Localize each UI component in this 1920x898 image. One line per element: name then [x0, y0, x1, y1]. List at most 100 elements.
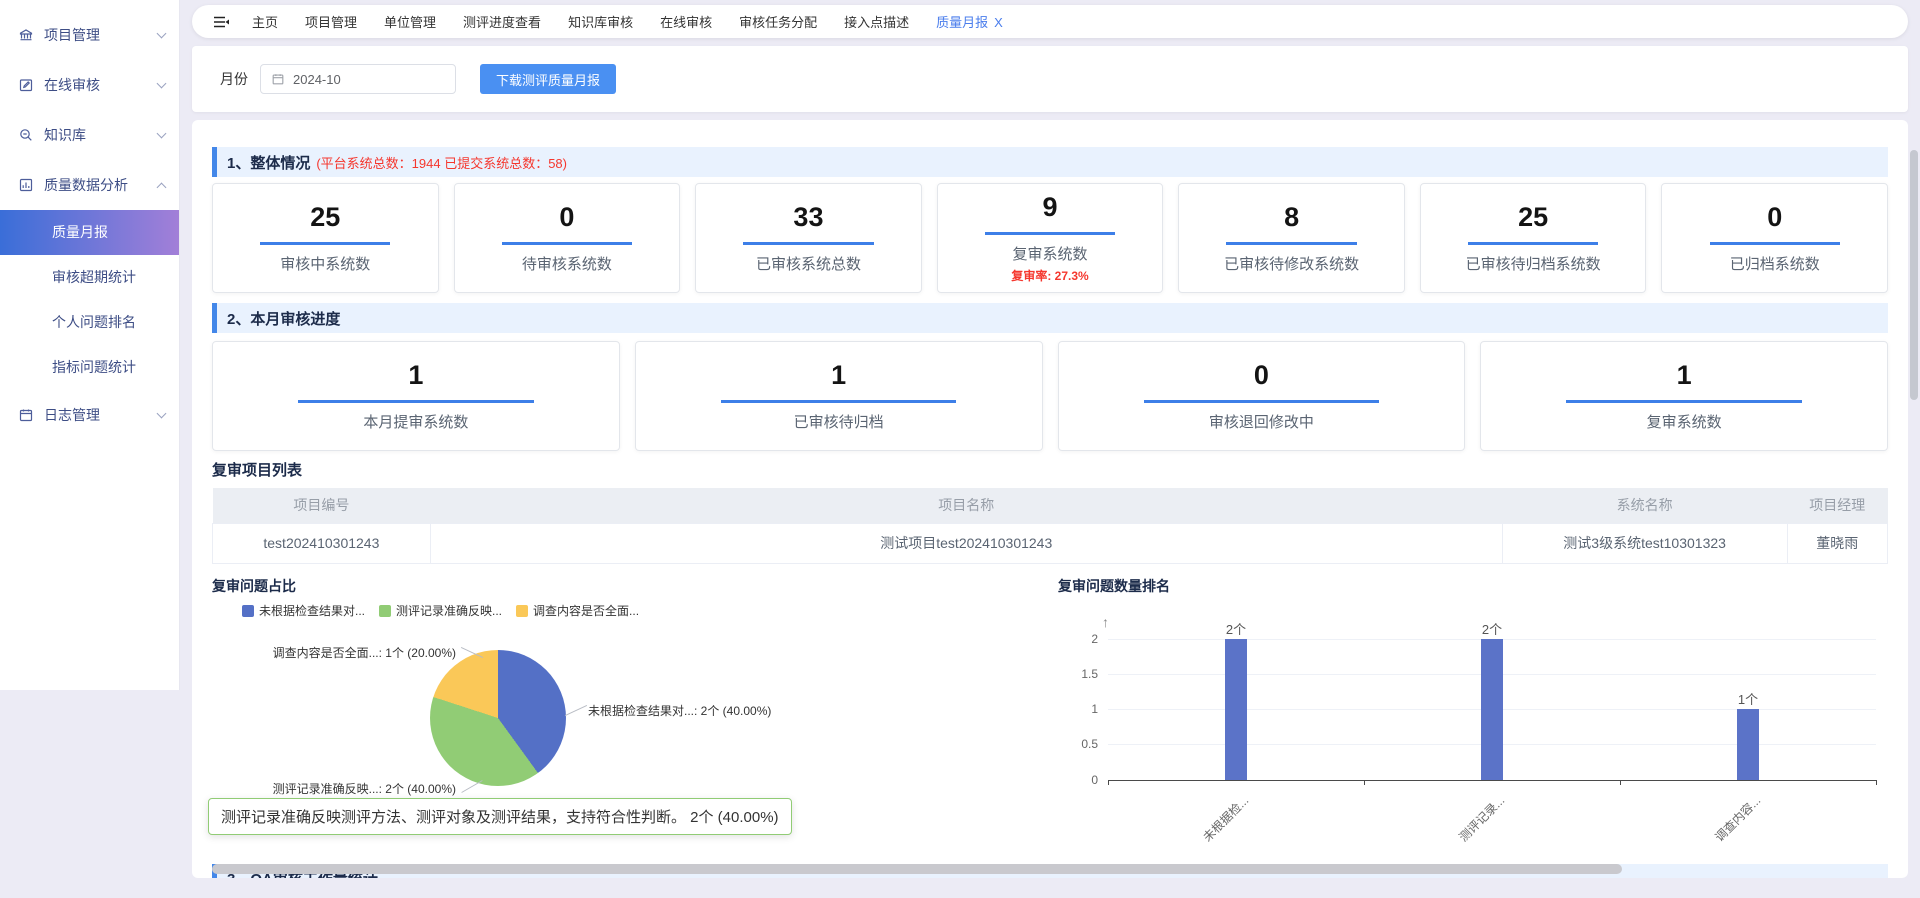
sidebar-subitem-review-overdue-stats[interactable]: 审核超期统计	[0, 255, 179, 300]
stat-label: 复审系统数	[1013, 243, 1088, 264]
nav-tab-2[interactable]: 单位管理	[384, 12, 436, 31]
sidebar-subitem-indicator-issue-stats[interactable]: 指标问题统计	[0, 345, 179, 390]
stat-card: 0待审核系统数	[454, 183, 681, 293]
table-header-row: 项目编号项目名称系统名称项目经理	[213, 488, 1888, 523]
legend-item[interactable]: 未根据检查结果对...	[242, 602, 365, 619]
x-axis-tick	[1620, 780, 1621, 785]
horizontal-scrollbar[interactable]	[212, 864, 1622, 874]
sidebar-item-knowledge-base[interactable]: 知识库	[0, 110, 179, 160]
review-table-title: 复审项目列表	[212, 459, 1888, 480]
sidebar-item-log-management[interactable]: 日志管理	[0, 390, 179, 440]
sidebar: 项目管理 在线审核 知识库 质量数据分析 质量月报 审核超期统计 个人问题排名 …	[0, 0, 180, 690]
chevron-up-icon	[157, 182, 167, 192]
audit-icon	[18, 77, 34, 93]
stat-underline	[1226, 242, 1356, 245]
stat-label: 待审核系统数	[522, 253, 612, 274]
nav-tabs: 主页 项目管理 单位管理 测评进度查看 知识库审核 在线审核 审核任务分配 接入点描述	[252, 12, 936, 31]
nav-tab-quality-monthly-report-active[interactable]: 质量月报 X	[936, 12, 1003, 31]
chevron-down-icon	[157, 128, 167, 138]
nav-tab-0[interactable]: 主页	[252, 12, 278, 31]
month-label: 月份	[220, 69, 248, 89]
sidebar-item-label: 知识库	[44, 125, 158, 145]
table-cell: 董晓雨	[1787, 523, 1888, 563]
sidebar-item-label: 质量数据分析	[44, 175, 158, 195]
nav-tab-7[interactable]: 接入点描述	[844, 12, 909, 31]
stat-underline	[1710, 242, 1840, 245]
section-header-overview: 1、整体情况 (平台系统总数：1944 已提交系统总数：58)	[212, 147, 1888, 177]
pie-label-line	[565, 704, 587, 715]
stat-underline	[721, 400, 956, 403]
bar	[1737, 709, 1759, 780]
nav-tab-4[interactable]: 知识库审核	[568, 12, 633, 31]
stat-underline	[1468, 242, 1598, 245]
month-input[interactable]	[293, 72, 445, 87]
x-category-label: 调查内容...	[1688, 792, 1764, 868]
sidebar-item-label: 项目管理	[44, 25, 158, 45]
pie-tooltip: 测评记录准确反映测评方法、测评对象及测评结果，支持符合性判断。 2个 (40.0…	[208, 798, 792, 835]
stat-card: 0 已归档系统数	[1661, 183, 1888, 293]
bar	[1225, 639, 1247, 780]
pie-chart-area: 调查内容是否全面...: 1个 (20.00%) 未根据检查结果对...: 2个…	[212, 622, 1042, 854]
x-axis-tick	[1364, 780, 1365, 785]
sidebar-item-quality-data-analysis[interactable]: 质量数据分析	[0, 160, 179, 210]
stat-label: 已归档系统数	[1730, 253, 1820, 274]
close-icon[interactable]: X	[994, 15, 1003, 30]
download-report-button[interactable]: 下载测评质量月报	[480, 64, 616, 94]
nav-tab-5[interactable]: 在线审核	[660, 12, 712, 31]
stat-value: 0	[1767, 202, 1782, 233]
pie-chart	[430, 650, 566, 786]
stat-value: 25	[310, 202, 340, 233]
nav-tab-1[interactable]: 项目管理	[305, 12, 357, 31]
table-header-cell: 项目名称	[430, 488, 1502, 523]
bar-chart: ↑ 00.511.522个未根据检...2个测评记录...1个调查内容...	[1058, 604, 1888, 844]
month-picker[interactable]	[260, 64, 456, 94]
stat-label: 已审核系统总数	[756, 253, 861, 274]
table-cell: 测试3级系统test10301323	[1502, 523, 1787, 563]
sidebar-item-online-review[interactable]: 在线审核	[0, 60, 179, 110]
stat-label: 审核退回修改中	[1209, 411, 1314, 432]
nav-tab-3[interactable]: 测评进度查看	[463, 12, 541, 31]
filter-bar: 月份 下载测评质量月报	[192, 46, 1908, 112]
pie-chart-box: 复审问题占比 未根据检查结果对...测评记录准确反映...调查内容是否全面...…	[212, 576, 1042, 854]
chevron-down-icon	[157, 408, 167, 418]
stat-card: 25审核中系统数	[212, 183, 439, 293]
legend-item[interactable]: 调查内容是否全面...	[516, 602, 639, 619]
stat-value: 0	[1254, 360, 1269, 391]
vertical-scrollbar[interactable]	[1910, 150, 1918, 400]
nav-tab-6[interactable]: 审核任务分配	[739, 12, 817, 31]
stat-value: 1	[408, 360, 423, 391]
report-panel: 1、整体情况 (平台系统总数：1944 已提交系统总数：58) 25审核中系统数…	[192, 120, 1908, 878]
stat-label: 已审核待归档	[794, 411, 884, 432]
active-tab-label: 质量月报	[936, 15, 988, 30]
stat-label: 复审系统数	[1647, 411, 1722, 432]
bar-value-label: 1个	[1738, 689, 1758, 708]
section-header-progress: 2、本月审核进度	[212, 303, 1888, 333]
stat-card: 1本月提审系统数	[212, 341, 620, 451]
sidebar-item-label: 日志管理	[44, 405, 158, 425]
pie-label-line	[461, 780, 482, 793]
stat-value: 8	[1284, 202, 1299, 233]
x-axis-tick	[1876, 780, 1877, 785]
sidebar-item-label: 在线审核	[44, 75, 158, 95]
log-icon	[18, 407, 34, 423]
sidebar-item-project-management[interactable]: 项目管理	[0, 10, 179, 60]
chevron-down-icon	[157, 78, 167, 88]
y-tick-label: 0	[1058, 773, 1098, 787]
legend-color-chip	[379, 605, 391, 617]
pie-legend: 未根据检查结果对... 测评记录准确反映... 调查内容是否全面...	[242, 604, 1042, 618]
table-cell: test202410301243	[213, 523, 431, 563]
sidebar-subitem-personal-issue-ranking[interactable]: 个人问题排名	[0, 300, 179, 345]
sidebar-subitem-quality-monthly-report[interactable]: 质量月报	[0, 210, 179, 255]
analysis-icon	[18, 177, 34, 193]
stat-underline	[502, 242, 632, 245]
stat-card: 0 审核退回修改中	[1058, 341, 1466, 451]
table-row: test202410301243测试项目test202410301243测试3级…	[213, 523, 1888, 563]
stat-value: 25	[1518, 202, 1548, 233]
bar	[1481, 639, 1503, 780]
x-axis-tick	[1108, 780, 1109, 785]
bar-value-label: 2个	[1482, 619, 1502, 638]
progress-stat-cards: 1本月提审系统数1已审核待归档0审核退回修改中1复审系统数	[212, 341, 1888, 451]
pie-label-survey-content: 调查内容是否全面...: 1个 (20.00%)	[240, 644, 456, 661]
legend-item[interactable]: 测评记录准确反映...	[379, 602, 502, 619]
collapse-menu-icon[interactable]	[212, 14, 230, 30]
